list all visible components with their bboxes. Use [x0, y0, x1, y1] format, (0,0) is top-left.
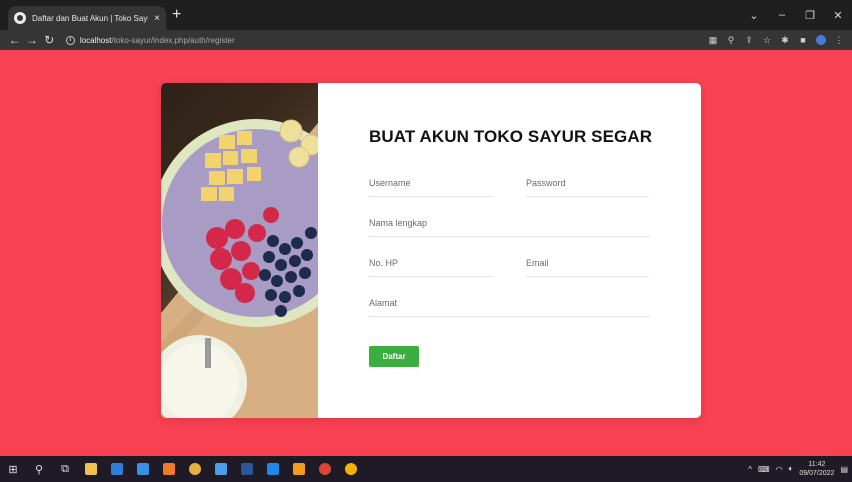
- new-tab-button[interactable]: +: [172, 7, 181, 23]
- start-windows-icon[interactable]: ⊞: [0, 456, 26, 482]
- search-icon[interactable]: ⚲: [26, 456, 52, 482]
- phone-input[interactable]: [369, 258, 492, 268]
- bookmark-star-icon[interactable]: ☆: [758, 35, 776, 46]
- phone-field-wrapper: [369, 258, 492, 277]
- url-path: /toko-sayur/index.php/auth/register: [111, 35, 235, 45]
- clock[interactable]: 11:42 09/07/2022: [799, 460, 834, 478]
- toolbar-icons: ▦ ⚲ ⇪ ☆ ✱ ■ ⋮: [704, 35, 848, 46]
- chrome-profile-icon[interactable]: [338, 456, 364, 482]
- file-explorer-icon[interactable]: [78, 456, 104, 482]
- wifi-icon[interactable]: ◠: [776, 465, 783, 474]
- chevron-up-icon[interactable]: ^: [748, 465, 752, 474]
- register-button[interactable]: Daftar: [369, 346, 419, 367]
- password-input[interactable]: [526, 178, 649, 188]
- store-icon[interactable]: [104, 456, 130, 482]
- globe-icon: [14, 12, 26, 24]
- window-controls: ⌄ – ❐ ✕: [740, 0, 852, 30]
- register-card: BUAT AKUN TOKO SAYUR SEGAR Username Nama…: [161, 83, 701, 418]
- close-tab-icon[interactable]: ×: [154, 13, 160, 24]
- menu-icon[interactable]: ⋮: [830, 35, 848, 46]
- browser-tabstrip: Daftar dan Buat Akun | Toko Sayur Segar …: [0, 0, 852, 30]
- share-icon[interactable]: ⇪: [740, 35, 758, 46]
- fullname-field-wrapper: [369, 218, 650, 237]
- username-field-wrapper: [369, 178, 492, 197]
- minimize-button[interactable]: –: [768, 9, 796, 21]
- address-field-wrapper: [369, 298, 650, 317]
- xampp-icon[interactable]: [156, 456, 182, 482]
- info-icon[interactable]: i: [65, 35, 75, 45]
- close-window-button[interactable]: ✕: [824, 9, 852, 22]
- keyboard-icon[interactable]: ⌨: [758, 465, 770, 474]
- address-input[interactable]: [369, 298, 650, 308]
- chrome-icon[interactable]: [182, 456, 208, 482]
- restore-button[interactable]: ❐: [796, 9, 824, 22]
- app-icon[interactable]: [208, 456, 234, 482]
- notification-icon[interactable]: ▤: [840, 465, 848, 474]
- url-host: localhost: [79, 35, 112, 45]
- email-field-wrapper: [526, 258, 649, 277]
- zoom-icon[interactable]: ⚲: [722, 35, 740, 46]
- word-icon[interactable]: [234, 456, 260, 482]
- sublime-icon[interactable]: [286, 456, 312, 482]
- browser-toolbar: ← → ↻ i localhost /toko-sayur/index.php/…: [0, 30, 852, 50]
- task-view-icon[interactable]: ⧉: [52, 456, 78, 482]
- password-field-wrapper: [526, 178, 649, 197]
- register-form: BUAT AKUN TOKO SAYUR SEGAR Username Nama…: [318, 83, 701, 418]
- mail-icon[interactable]: [130, 456, 156, 482]
- extensions-icon[interactable]: ✱: [776, 35, 794, 46]
- back-arrow-icon[interactable]: ←: [6, 33, 23, 47]
- system-tray: ^ ⌨ ◠ 🔈︎ 11:42 09/07/2022 ▤: [748, 460, 852, 478]
- side-panel-icon[interactable]: ■: [794, 35, 812, 45]
- address-bar[interactable]: i localhost /toko-sayur/index.php/auth/r…: [65, 31, 704, 49]
- fruit-bowl-illustration: [161, 119, 318, 418]
- browser-tab[interactable]: Daftar dan Buat Akun | Toko Sayur Segar …: [8, 6, 166, 30]
- vscode-icon[interactable]: [260, 456, 286, 482]
- page-title: BUAT AKUN TOKO SAYUR SEGAR: [369, 127, 653, 146]
- clock-time: 11:42: [808, 461, 826, 468]
- profile-avatar-icon[interactable]: [812, 35, 830, 46]
- volume-icon[interactable]: 🔈︎: [789, 464, 794, 474]
- clock-date: 09/07/2022: [799, 470, 835, 477]
- email-input[interactable]: [526, 258, 649, 268]
- forward-arrow-icon[interactable]: →: [23, 33, 40, 47]
- reload-icon[interactable]: ↻: [41, 33, 58, 47]
- tab-search-icon[interactable]: ⌄: [740, 9, 768, 22]
- username-input[interactable]: [369, 178, 492, 188]
- fullname-input[interactable]: [369, 218, 650, 228]
- translate-icon[interactable]: ▦: [704, 35, 722, 46]
- tab-title: Daftar dan Buat Akun | Toko Sayur Segar: [32, 13, 148, 23]
- chrome-active-icon[interactable]: [312, 456, 338, 482]
- taskbar: ⊞ ⚲ ⧉ ^ ⌨ ◠ 🔈︎ 11:42 09/07/2022 ▤: [0, 456, 852, 482]
- fruit-bowl-photo: [161, 83, 318, 418]
